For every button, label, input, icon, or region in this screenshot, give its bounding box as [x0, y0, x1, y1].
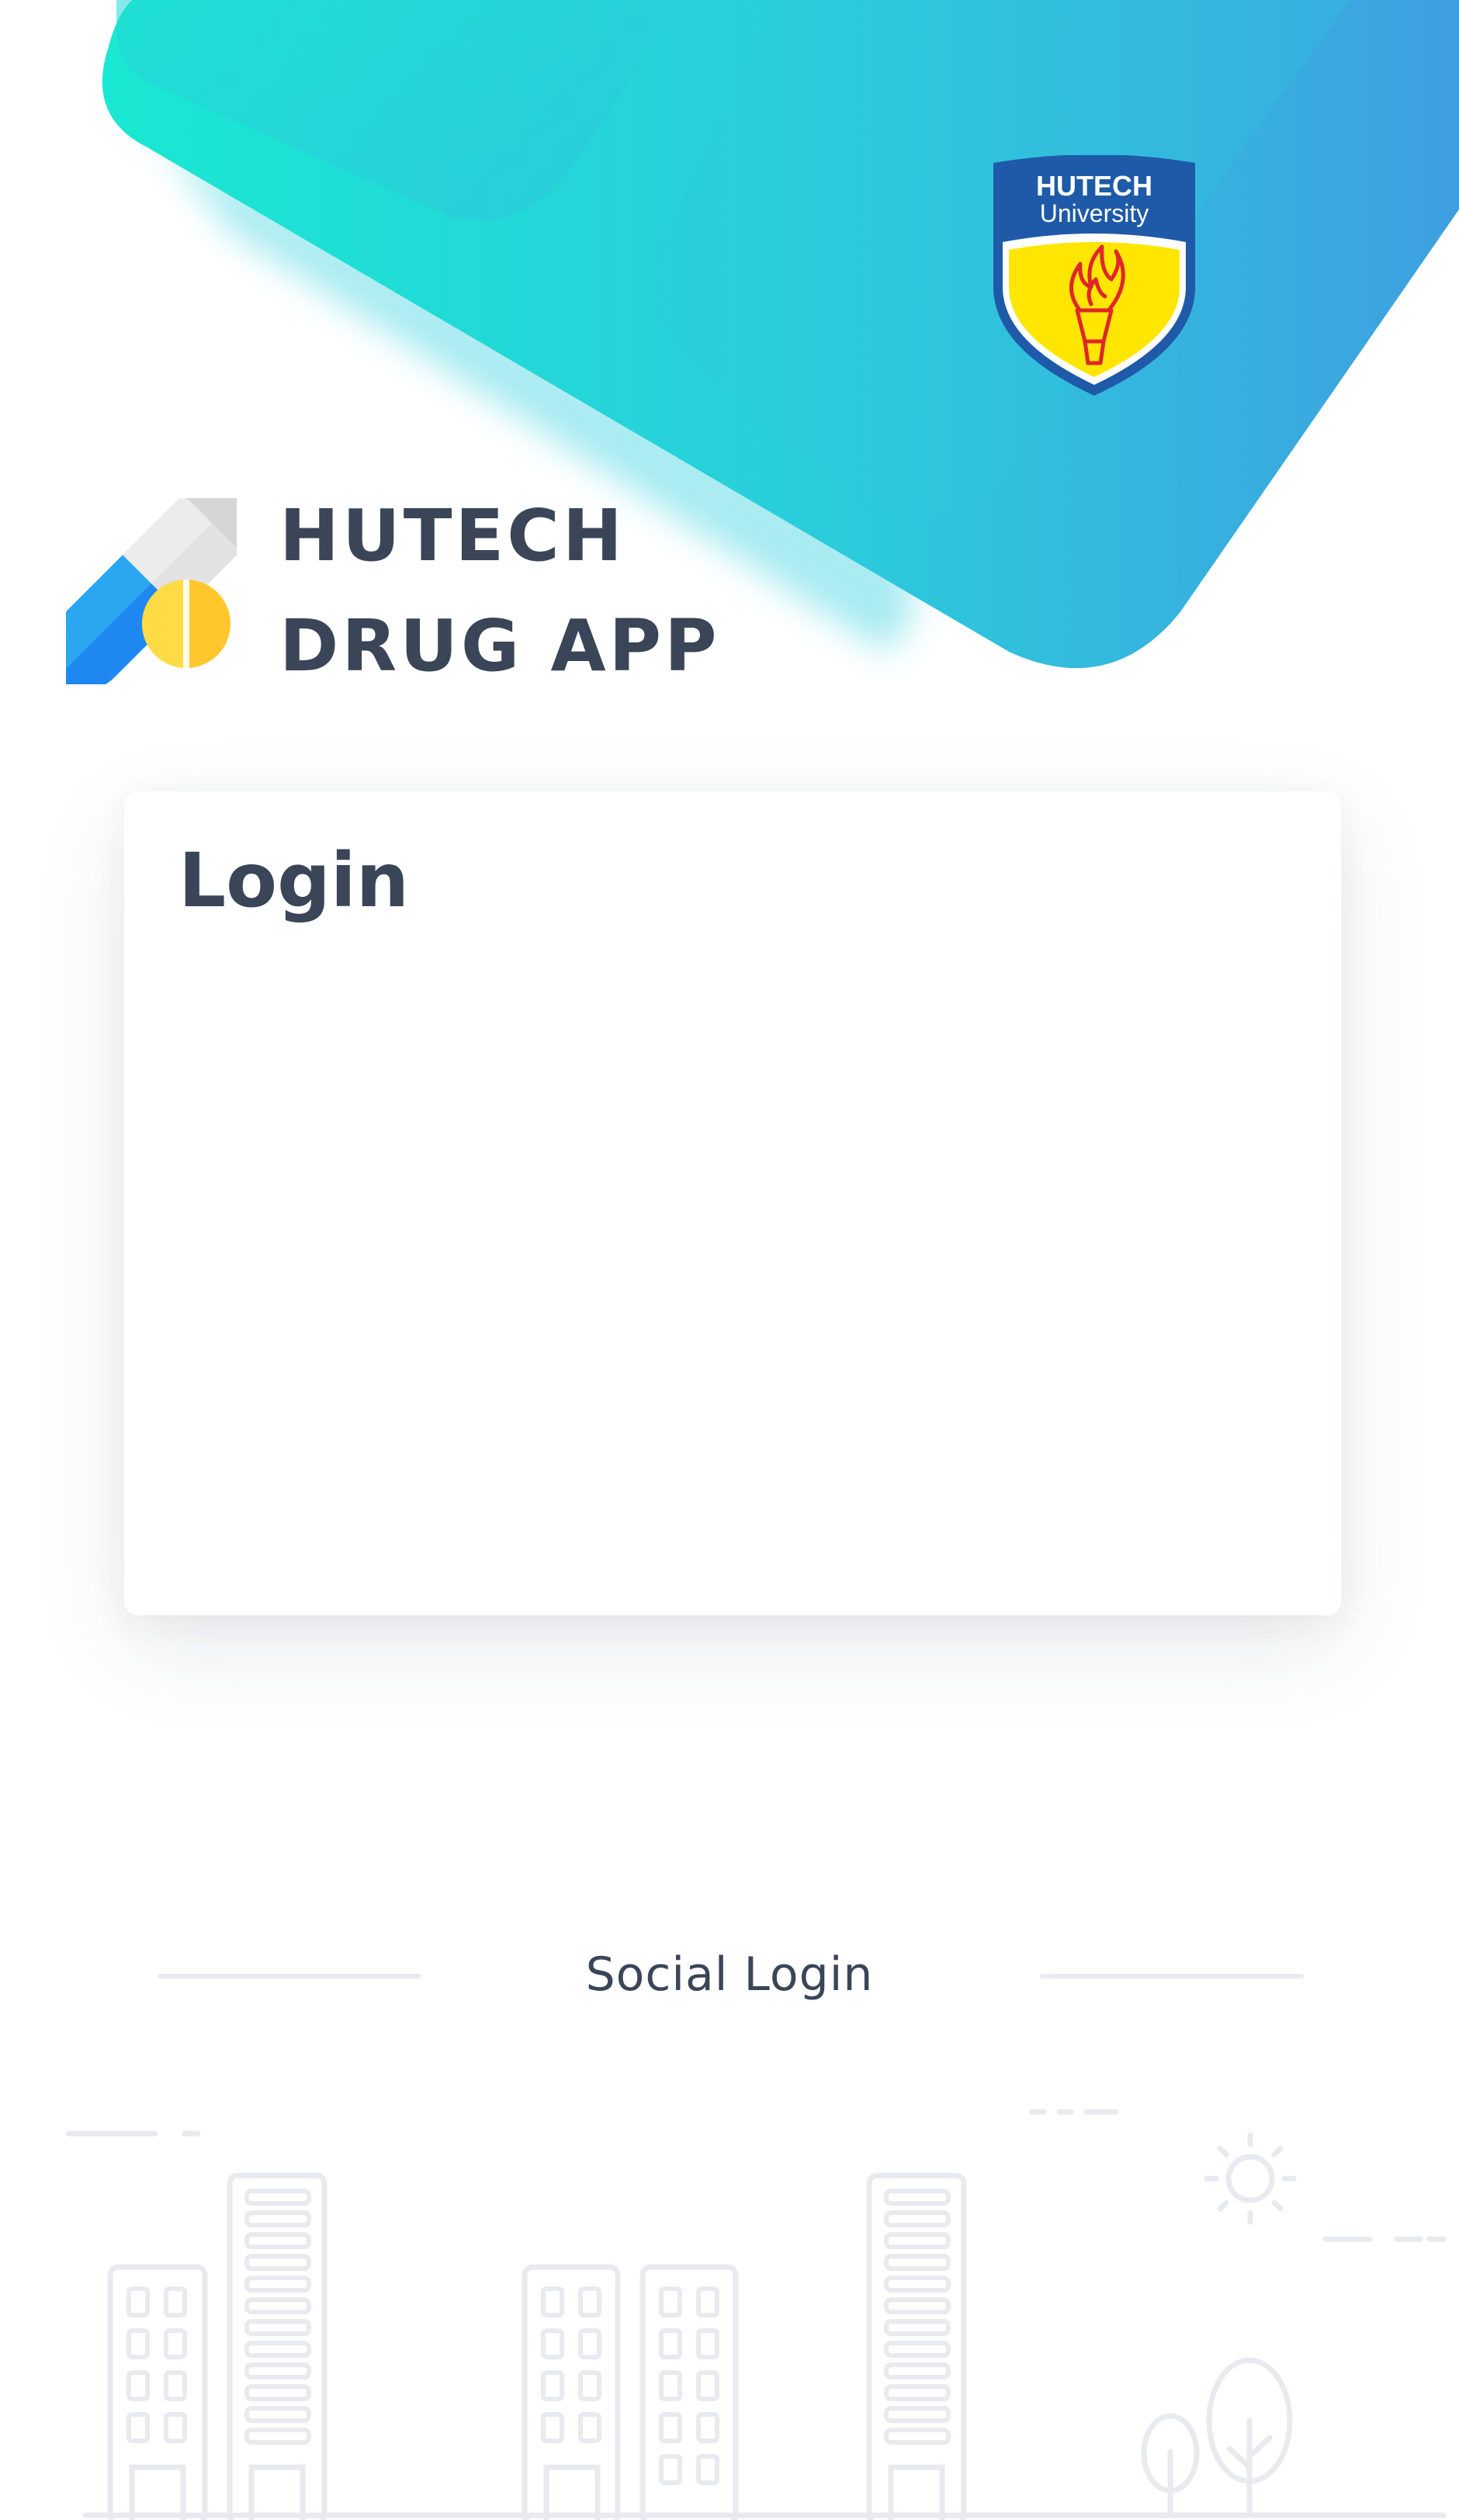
crest-line1: HUTECH: [1036, 170, 1152, 202]
crest-line2: University: [1040, 199, 1149, 227]
app-name-line1: HUTECH: [279, 494, 626, 577]
pill-capsule-icon: [66, 498, 237, 684]
divider-line-right: [1040, 1974, 1304, 1978]
city-skyline-illustration: [65, 2109, 1447, 2520]
app-name: HUTECH DRUG APP: [279, 481, 720, 701]
login-title: Login: [178, 837, 410, 924]
login-card: Login: [124, 791, 1341, 1615]
brand-header: HUTECH DRUG APP: [66, 481, 720, 701]
hutech-university-crest: HUTECH University: [993, 155, 1195, 396]
social-login-divider: Social Login: [0, 1940, 1459, 2009]
login-screen: HUTECH University HUTECH DRUG APP Login …: [0, 0, 1459, 2520]
app-name-line2: DRUG APP: [279, 604, 720, 687]
